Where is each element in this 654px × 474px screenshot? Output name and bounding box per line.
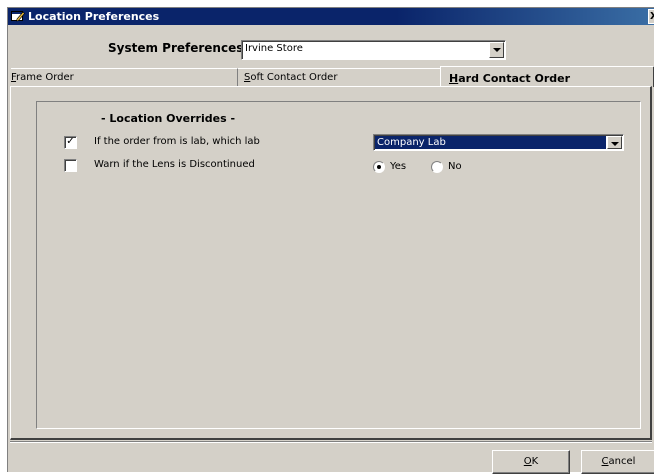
tab-frame-order[interactable]: Frame Order (11, 68, 237, 86)
yes-radio[interactable] (373, 161, 385, 173)
tab-hard-contact-order-label: ard Contact Order (458, 72, 571, 85)
ok-button[interactable]: OK (492, 450, 570, 474)
store-dropdown-button[interactable] (489, 42, 504, 58)
hard-contact-order-panel: - Location Overrides - ✓ If the order fr… (10, 86, 652, 440)
location-overrides-heading: - Location Overrides - (101, 112, 236, 125)
ok-label: K (531, 456, 539, 467)
close-button[interactable]: X (648, 9, 654, 24)
location-preferences-window: Location Preferences X System Preference… (7, 7, 654, 474)
lab-override-label: If the order from is lab, which lab (94, 136, 260, 147)
yes-radio-label: Yes (390, 161, 407, 172)
cancel-mnemonic: C (601, 456, 609, 467)
title-bar: Location Preferences X (8, 8, 654, 25)
no-radio[interactable] (431, 161, 443, 173)
no-radio-label: No (448, 161, 462, 172)
tab-frame-order-label: rame Order (16, 72, 74, 83)
button-separator (10, 441, 652, 443)
window-title: Location Preferences (28, 10, 160, 23)
tab-soft-contact-order-label: oft Contact Order (250, 72, 338, 83)
cancel-label: ancel (608, 456, 636, 467)
chevron-down-icon (611, 142, 619, 146)
lab-select-highlight: Company Lab (375, 136, 606, 149)
cancel-button[interactable]: Cancel (581, 450, 654, 474)
discontinued-warning-checkbox[interactable] (64, 159, 77, 172)
store-select[interactable]: Irvine Store (241, 40, 506, 60)
tab-hard-contact-order[interactable]: Hard Contact Order (440, 66, 654, 87)
lab-select-value: Company Lab (377, 137, 446, 148)
window-edit-icon (11, 10, 25, 22)
ok-mnemonic: O (523, 456, 532, 467)
store-select-value: Irvine Store (245, 43, 303, 54)
tab-bar: Frame Order Soft Contact Order Hard Cont… (10, 66, 654, 87)
tab-soft-contact-order[interactable]: Soft Contact Order (237, 68, 443, 86)
tab-hard-contact-order-mnemonic: H (449, 72, 459, 85)
radio-selected-dot (377, 165, 381, 169)
chevron-down-icon (493, 48, 501, 52)
lab-override-checkbox[interactable]: ✓ (64, 136, 77, 149)
lab-dropdown-button[interactable] (607, 136, 622, 149)
discontinued-warning-label: Warn if the Lens is Discontinued (94, 159, 255, 170)
lab-select[interactable]: Company Lab (373, 134, 624, 151)
